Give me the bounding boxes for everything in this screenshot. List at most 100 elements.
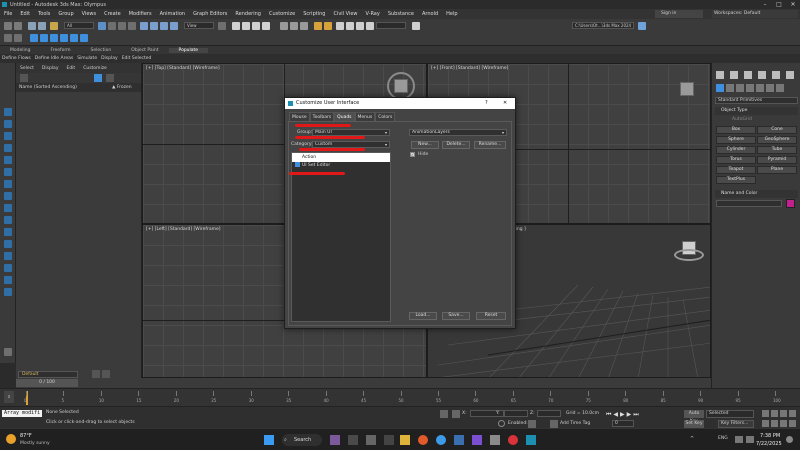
vray-toolbar-icon-3[interactable] [50,34,58,42]
dialog-close-button[interactable]: ✕ [503,98,507,109]
find-icon[interactable] [20,74,28,82]
select-object-icon[interactable] [98,22,106,30]
textplus-button[interactable]: TextPlus [716,176,756,184]
tab-quads[interactable]: Quads [334,112,355,121]
zoom-extents-icon[interactable] [780,410,787,417]
menu-vray[interactable]: V-Ray [362,11,384,17]
tab-colors[interactable]: Colors [375,112,396,121]
edit-selected-button[interactable]: Edit Selected [120,56,154,61]
reset-button[interactable]: Reset [476,312,506,320]
explorer-tab-select[interactable]: Select [16,66,38,71]
explorer-tab-customize[interactable]: Customize [79,66,111,71]
network-icon[interactable] [735,436,743,443]
set-key-button[interactable]: Set Key [684,420,704,428]
terminal-icon[interactable] [366,435,376,445]
pivot-center-icon[interactable] [218,22,226,30]
layer-explorer-icon[interactable] [300,22,308,30]
zoom-extents-all-icon[interactable] [789,410,796,417]
menu-scripting[interactable]: Scripting [299,11,329,17]
zoom-icon[interactable] [762,410,769,417]
filter-xrefs-icon[interactable] [4,192,12,200]
box-button[interactable]: Box [716,126,756,134]
group-dropdown[interactable]: Main UI ▾ [312,129,390,136]
tab-toolbars[interactable]: Toolbars [309,112,335,121]
snap-toggle-icon[interactable] [232,22,240,30]
menu-edit[interactable]: Edit [16,11,34,17]
spinner-snap-icon[interactable] [262,22,270,30]
vray-toolbar-icon-6[interactable] [80,34,88,42]
menu-substance[interactable]: Substance [384,11,418,17]
define-idle-areas-button[interactable]: Define Idle Areas [33,56,75,61]
cameras-icon[interactable] [746,84,754,92]
rotate-icon[interactable] [150,22,158,30]
viewcube-front-icon[interactable] [680,82,694,96]
snaps-use-axis-icon[interactable] [14,34,22,42]
vray-toolbar-icon-2[interactable] [40,34,48,42]
maximize-viewport-icon[interactable] [789,420,796,427]
time-slider[interactable]: 0 / 100 [16,378,711,388]
shapes-icon[interactable] [726,84,734,92]
time-slider-thumb[interactable]: 0 / 100 [16,379,78,387]
store-icon[interactable] [384,435,394,445]
teapot-button[interactable]: Teapot [716,166,756,174]
bind-space-warp-icon[interactable] [50,22,58,30]
taskbar-search[interactable]: Search [282,434,322,446]
sign-in-button[interactable]: Sign in [655,10,703,18]
vray-toolbar-icon-5[interactable] [70,34,78,42]
layer-dropdown[interactable]: Default [18,371,78,378]
menu-rendering[interactable]: Rendering [231,11,265,17]
volume-icon[interactable] [746,436,754,443]
maximize-button[interactable]: □ [772,0,786,9]
tray-chevron-icon[interactable]: ^ [690,436,694,442]
category-dropdown[interactable]: Custom ▾ [312,141,390,148]
notification-icon[interactable] [786,436,793,443]
undo-icon[interactable] [4,22,12,30]
menu-views[interactable]: Views [78,11,100,17]
percent-snap-icon[interactable] [252,22,260,30]
torus-button[interactable]: Torus [716,156,756,164]
scale-icon[interactable] [160,22,168,30]
clock-time[interactable]: 7:38 PM [760,433,780,439]
load-button[interactable]: Load... [409,312,437,320]
absolute-mode-icon[interactable] [452,410,460,418]
invert-display-icon[interactable] [4,276,12,284]
lights-icon[interactable] [736,84,744,92]
maxscript-listener[interactable]: Array modifi [2,410,42,417]
quad-menu-dropdown[interactable]: AnimationLayers ▾ [409,129,507,136]
action-list[interactable]: Action UI Set Editor [291,152,391,322]
add-time-tag-label[interactable]: Add Time Tag [560,421,590,426]
file-explorer-icon[interactable] [400,435,410,445]
action-list-header[interactable]: Action [292,153,390,162]
layer-icon[interactable] [92,370,100,378]
menu-animation[interactable]: Animation [156,11,190,17]
cone-button[interactable]: Cone [757,126,797,134]
modify-tab-icon[interactable] [730,71,738,79]
column-frozen[interactable]: ▲ Frozen [112,85,132,90]
plane-button[interactable]: Plane [757,166,797,174]
key-filters-button[interactable]: Key Filters... [718,420,754,428]
autogrid-checkbox[interactable]: AutoGrid [732,117,752,122]
time-tag-icon[interactable] [550,420,558,428]
schematic-view-icon[interactable] [324,22,332,30]
primitive-category-dropdown[interactable]: Standard Primitives [715,97,798,104]
explorer-tab-edit[interactable]: Edit [62,66,79,71]
menu-arnold[interactable]: Arnold [418,11,442,17]
render-icon[interactable] [366,22,374,30]
zoom-all-icon[interactable] [771,410,778,417]
name-and-color-rollout[interactable]: Name and Color [715,190,798,198]
task-view-icon[interactable] [330,435,340,445]
filter-shapes-icon[interactable] [4,120,12,128]
window-crossing-icon[interactable] [128,22,136,30]
workspace-selector[interactable]: Workspaces: Default [712,10,798,18]
explorer-options-icon[interactable] [4,348,12,356]
cylinder-button[interactable]: Cylinder [716,146,756,154]
angle-snap-icon[interactable] [242,22,250,30]
menu-tools[interactable]: Tools [34,11,54,17]
filter-cameras-icon[interactable] [4,144,12,152]
filter-geometry-icon[interactable] [4,108,12,116]
track-bar[interactable]: ⇕ 0 5 10 15 20 25 30 35 40 45 50 55 60 65 70 75 80 85 90 95… [0,388,800,406]
hide-checkbox[interactable]: ✓ [410,152,415,157]
create-tab-icon[interactable] [716,71,724,79]
filter-hidden-icon[interactable] [4,240,12,248]
photoshop-icon[interactable] [454,435,464,445]
